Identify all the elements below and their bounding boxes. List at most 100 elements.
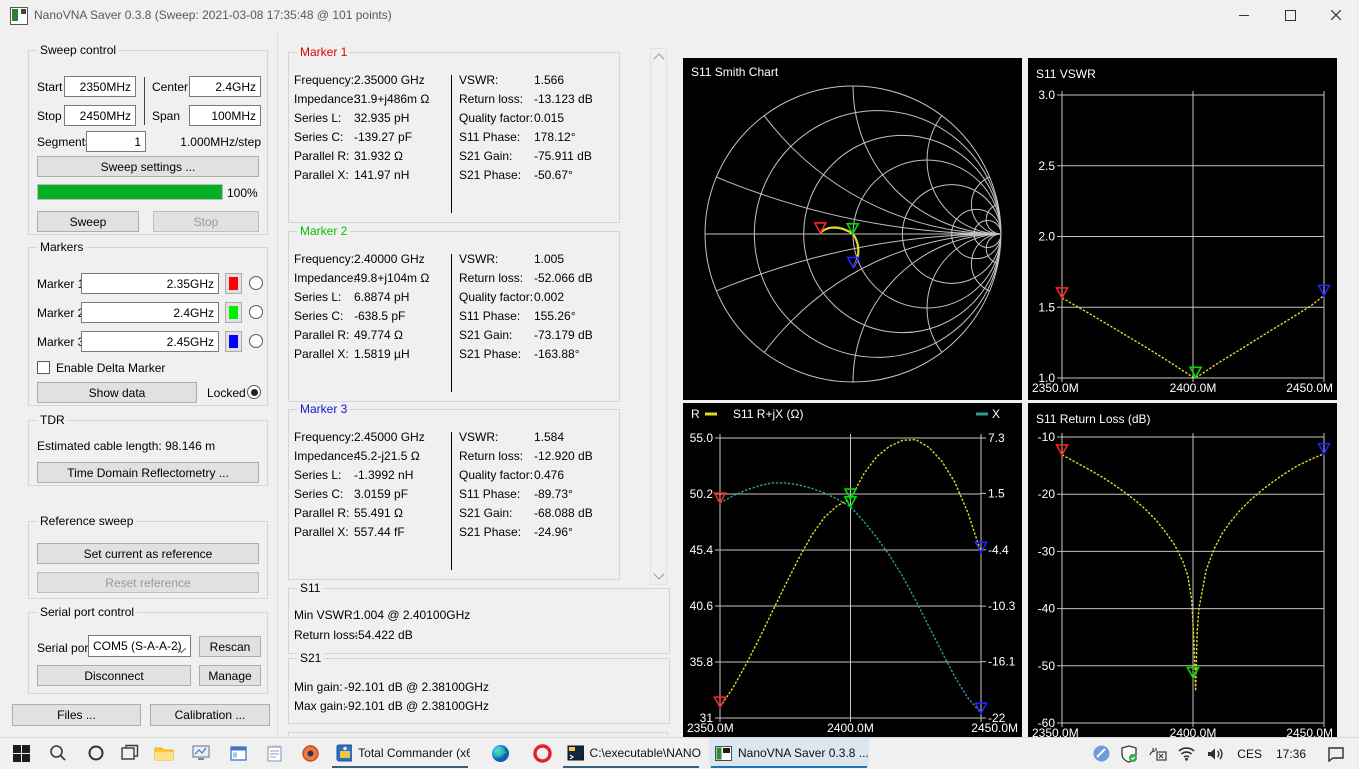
center-input[interactable] (189, 76, 261, 97)
system-monitor-button[interactable] (188, 738, 214, 768)
start-input[interactable] (64, 76, 136, 97)
detail-value: -68.088 dB (534, 506, 593, 520)
detail-label: S11 Phase: (459, 309, 520, 323)
disconnect-button[interactable]: Disconnect (37, 665, 191, 686)
span-input[interactable] (189, 105, 261, 126)
files-button[interactable]: Files ... (12, 704, 141, 726)
s11-return-loss-chart[interactable]: -10-20-30-40-50-602350.0M2400.0M2450.0MS… (1028, 403, 1337, 737)
clock[interactable]: 17:36 (1269, 747, 1313, 761)
marker3-color-swatch (229, 335, 238, 348)
notification-center-button[interactable] (1313, 739, 1359, 769)
scroll-down-arrow[interactable] (651, 568, 666, 584)
svg-text:-30: -30 (1038, 544, 1056, 558)
marker1-radio[interactable] (249, 276, 263, 290)
edge-icon (491, 744, 510, 763)
app-icon (10, 7, 28, 25)
svg-text:2.5: 2.5 (1038, 159, 1055, 173)
detail-label: Return loss: (459, 449, 523, 463)
sweep-settings-button[interactable]: Sweep settings ... (37, 156, 259, 177)
segments-input[interactable] (86, 131, 146, 152)
close-button[interactable] (1313, 0, 1359, 30)
tray-app-button[interactable] (1088, 739, 1115, 769)
stop-button[interactable]: Stop (153, 211, 259, 232)
detail-value: -89.73° (534, 487, 573, 501)
detail-value: 49.8+j104m Ω (354, 271, 429, 285)
taskbar-edge-button[interactable] (477, 738, 517, 768)
s11-smith-chart[interactable]: S11 Smith Chart (683, 58, 1022, 400)
maximize-button[interactable] (1267, 0, 1313, 30)
detail-value: 557.44 fF (354, 525, 405, 539)
sweep-button[interactable]: Sweep (37, 211, 139, 232)
svg-text:S11 VSWR: S11 VSWR (1036, 67, 1096, 81)
svg-text:40.6: 40.6 (690, 599, 714, 613)
detail-value: 45.2-j21.5 Ω (354, 449, 420, 463)
reset-reference-button[interactable]: Reset reference (37, 572, 259, 593)
detail-label: Quality factor: (459, 290, 533, 304)
cortana-button[interactable] (83, 738, 109, 768)
marker2-input[interactable] (81, 302, 219, 323)
left-panel-divider (277, 34, 278, 734)
detail-label: Series L: (294, 111, 341, 125)
security-app-button[interactable] (297, 738, 323, 768)
marker2-color-button[interactable] (225, 302, 242, 323)
scroll-up-arrow[interactable] (651, 49, 666, 65)
search-button[interactable] (45, 738, 71, 768)
marker1-color-button[interactable] (225, 273, 242, 294)
markers-legend: Markers (37, 240, 86, 254)
reference-sweep-group: Reference sweep Set current as reference… (28, 521, 268, 599)
sweep-control-legend: Sweep control (37, 43, 119, 57)
taskbar-nanovna-label: NanoVNA Saver 0.3.8 ... (738, 746, 869, 760)
task-view-button[interactable] (117, 738, 143, 768)
segments-label: Segments (37, 135, 91, 149)
total-commander-icon (336, 744, 352, 762)
detail-value: -13.123 dB (534, 92, 593, 106)
detail-label: Frequency: (294, 430, 354, 444)
detail-label: Parallel R: (294, 328, 349, 342)
smith-grid (683, 58, 1022, 400)
tdr-legend: TDR (37, 413, 68, 427)
notepad-button[interactable] (261, 738, 287, 768)
s11-rjx-chart[interactable]: 55.050.245.440.635.8317.31.5-4.4-10.3-16… (683, 403, 1022, 737)
tray-power-button[interactable] (1143, 739, 1172, 769)
s11-vswr-chart[interactable]: 3.02.52.01.51.02350.0M2400.0M2450.0MS11 … (1028, 58, 1337, 400)
svg-text:55.0: 55.0 (690, 431, 714, 445)
tray-network-button[interactable] (1172, 739, 1201, 769)
tray-security-button[interactable] (1115, 739, 1143, 769)
minimize-button[interactable] (1221, 0, 1267, 30)
locked-radio[interactable] (247, 385, 261, 399)
detail-label: Impedance: (294, 271, 357, 285)
taskbar-console-button[interactable]: C:\executable\NANO... (561, 738, 701, 768)
marker3-input[interactable] (81, 331, 219, 352)
language-indicator[interactable]: CES (1230, 747, 1269, 761)
serial-port-select[interactable]: COM5 (S-A-A-2) (88, 635, 191, 657)
marker3-color-button[interactable] (225, 331, 242, 352)
file-explorer-button[interactable] (151, 738, 177, 768)
manage-button[interactable]: Manage (199, 665, 261, 686)
svg-text:S11 Return Loss (dB): S11 Return Loss (dB) (1036, 412, 1151, 426)
marker3-radio[interactable] (249, 334, 263, 348)
app-window-button[interactable] (225, 738, 251, 768)
start-button[interactable] (8, 738, 34, 768)
set-reference-button[interactable]: Set current as reference (37, 543, 259, 564)
tdr-button[interactable]: Time Domain Reflectometry ... (37, 462, 259, 483)
markers-group: Markers Marker 1 Marker 2 Marker 3 Enabl… (28, 247, 268, 406)
taskbar-opera-button[interactable] (519, 738, 559, 768)
detail-label: S21 Gain: (459, 149, 512, 163)
marker-3-details-legend: Marker 3 (297, 402, 350, 416)
svg-text:3.0: 3.0 (1038, 88, 1055, 102)
rescan-button[interactable]: Rescan (199, 636, 261, 657)
calibration-button[interactable]: Calibration ... (150, 704, 270, 726)
marker-panel-scrollbar[interactable] (650, 48, 667, 585)
marker1-input[interactable] (81, 273, 219, 294)
show-data-button[interactable]: Show data (37, 382, 197, 403)
tray-volume-button[interactable] (1201, 739, 1230, 769)
taskbar-nanovna-button[interactable]: NanoVNA Saver 0.3.8 ... (709, 738, 869, 768)
s11-return-loss-label: Return loss: (294, 628, 358, 642)
detail-value: -139.27 pF (354, 130, 412, 144)
svg-text:2.0: 2.0 (1038, 230, 1055, 244)
stop-input[interactable] (64, 105, 136, 126)
taskbar-total-commander-button[interactable]: Total Commander (x6... (330, 738, 470, 768)
enable-delta-marker-checkbox[interactable] (37, 361, 50, 374)
marker2-radio[interactable] (249, 305, 263, 319)
console-icon (567, 745, 584, 761)
